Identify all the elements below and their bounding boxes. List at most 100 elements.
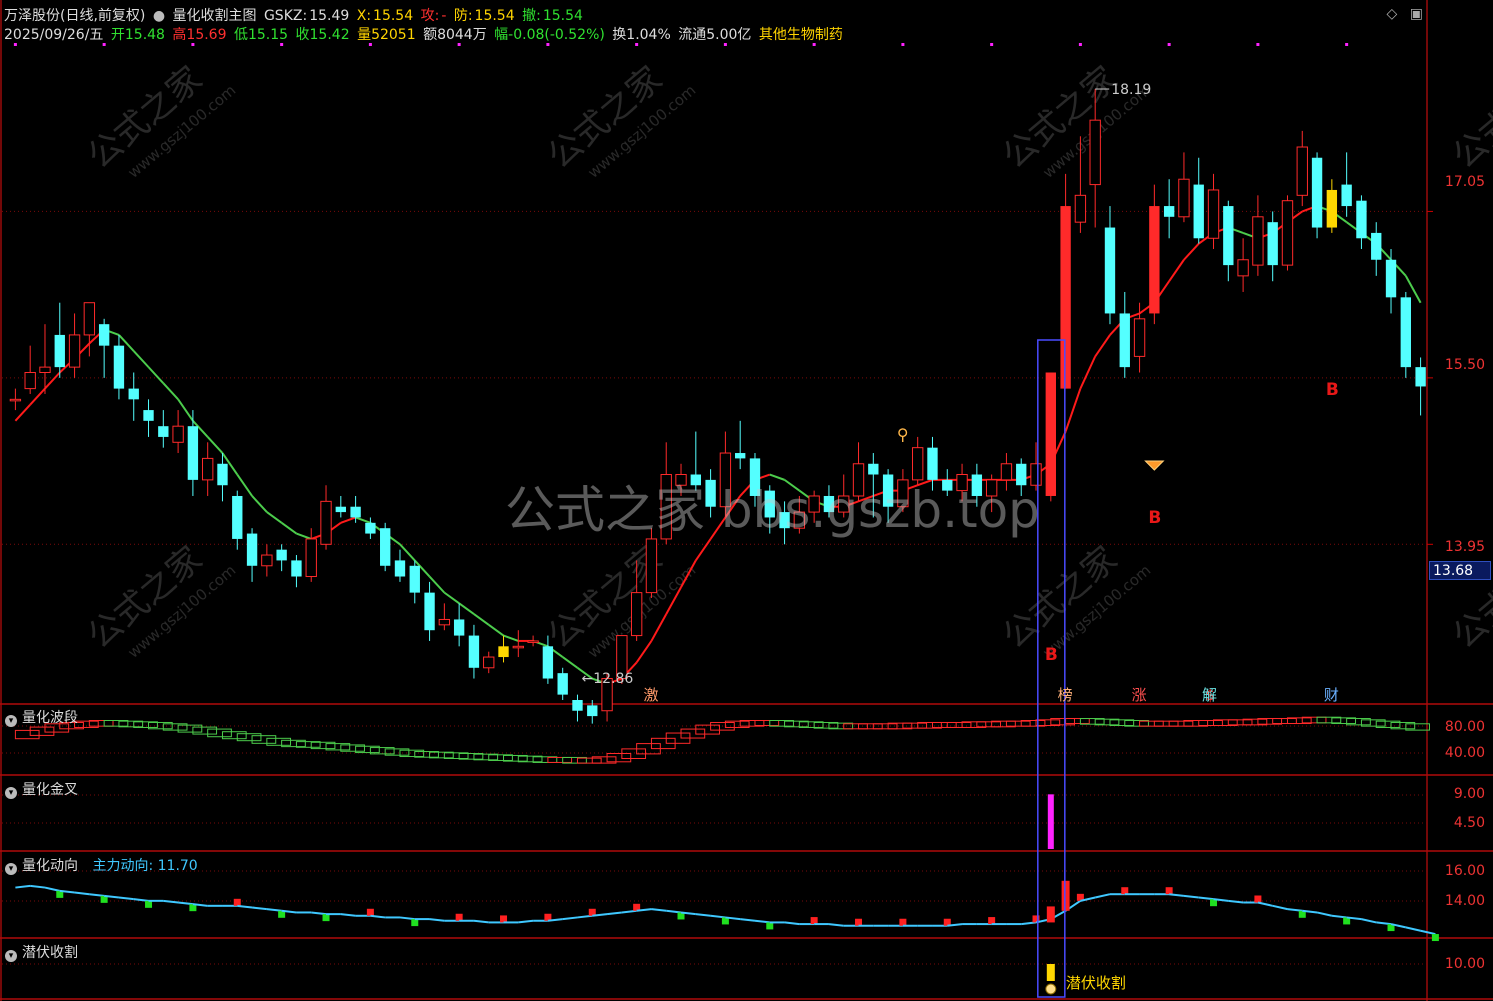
candle-body xyxy=(98,324,110,346)
candle-body xyxy=(1149,206,1160,314)
cross-layer xyxy=(1047,794,1054,849)
watermark-text: 公式之家 bbs.gszb.top xyxy=(505,481,1040,539)
candle-body xyxy=(305,538,317,578)
pane-knob-icon[interactable]: ▾ xyxy=(5,950,17,962)
candle-body xyxy=(424,592,435,631)
candle-body xyxy=(291,560,302,577)
motion-line-segment xyxy=(606,911,622,916)
wave-step xyxy=(946,721,972,728)
ma-line-segment xyxy=(473,613,490,626)
motion-block xyxy=(988,917,996,925)
top-dot-marker xyxy=(1345,43,1349,46)
candle-body xyxy=(630,592,643,637)
candle-body xyxy=(557,673,568,695)
motion-axis-label-1: 16.00 xyxy=(1444,863,1485,879)
motion-line-segment xyxy=(251,906,267,911)
motion-block xyxy=(1121,887,1129,895)
motion-line-segment xyxy=(754,919,770,924)
indicator-name[interactable]: 量化收割主图 xyxy=(173,8,257,24)
low-value: 15.15 xyxy=(247,27,289,43)
window-restore-icon[interactable]: ▣ xyxy=(1410,6,1423,22)
harvest-axis-label-1: 10.00 xyxy=(1444,956,1485,972)
motion-pane-title[interactable]: ▾ 量化动向 主力动向: 11.70 xyxy=(5,855,198,875)
motion-line-segment xyxy=(177,901,194,906)
diamond-icon[interactable]: ◇ xyxy=(1387,6,1398,22)
ma-line-segment xyxy=(503,634,519,642)
motion-title: 量化动向 xyxy=(22,858,78,874)
motion-line-segment xyxy=(1183,894,1199,899)
harvest-bar xyxy=(1046,964,1055,981)
wave-step xyxy=(1153,720,1179,727)
ma-line-segment xyxy=(1079,355,1097,390)
motion-line-segment xyxy=(1257,901,1273,907)
float-value: 5.00亿 xyxy=(706,27,752,43)
motion-line-segment xyxy=(1021,921,1037,926)
candle-body xyxy=(246,533,258,566)
watermark-stamp-title: 公式之家 xyxy=(1445,539,1493,657)
motion-line-segment xyxy=(695,913,711,917)
sector-name[interactable]: 其他生物制药 xyxy=(759,27,843,43)
stock-name[interactable]: 万泽股份(日线,前复权) xyxy=(4,8,145,24)
main-axis-label-1: 17.05 xyxy=(1444,174,1485,190)
candle-body xyxy=(39,366,51,373)
watermark-stamp-title: 公式之家 xyxy=(1445,59,1493,177)
wave-step xyxy=(931,721,957,728)
motion-block xyxy=(1165,887,1173,895)
motion-line-segment xyxy=(1272,904,1288,911)
candle-body xyxy=(1415,367,1426,387)
indicator-knob-icon[interactable]: ● xyxy=(153,8,165,24)
wave-pane-title[interactable]: ▾ 量化波段 xyxy=(5,707,78,727)
wave-step xyxy=(1198,720,1223,726)
motion-line-segment xyxy=(89,893,105,897)
candle-body xyxy=(261,554,273,567)
high-price-label: 18.19 xyxy=(1111,82,1151,98)
motion-line-segment xyxy=(784,921,800,926)
wave-step xyxy=(872,723,898,730)
wave-step xyxy=(1272,718,1297,725)
wave-layer xyxy=(14,716,1430,764)
bottom-signal-mark: 涨 xyxy=(1132,686,1147,704)
candle-body xyxy=(128,388,139,400)
motion-layer xyxy=(15,880,1439,942)
pane-knob-icon[interactable]: ▾ xyxy=(5,715,17,727)
bottom-signal-mark: 财 xyxy=(1324,686,1339,704)
candle-body xyxy=(24,372,36,390)
motion-line-segment xyxy=(429,918,445,922)
motion-line-segment xyxy=(340,913,356,917)
top-dot-marker xyxy=(1078,43,1082,46)
wave-step xyxy=(843,723,868,730)
candle-body xyxy=(438,618,451,626)
wave-step xyxy=(14,729,40,740)
ma-line-segment xyxy=(14,404,31,422)
candle-body xyxy=(1400,297,1411,368)
motion-line-segment xyxy=(828,923,844,927)
wave-step xyxy=(547,756,573,763)
harvest-pane-title[interactable]: ▾ 潜伏收割 xyxy=(5,942,78,962)
candle-body xyxy=(1089,119,1101,186)
cross-pane-title[interactable]: ▾ 量化金叉 xyxy=(5,779,78,799)
defense-label: 防: xyxy=(453,8,473,24)
ma-line-segment xyxy=(399,543,416,562)
motion-line-segment xyxy=(266,908,282,912)
candle-body xyxy=(158,426,169,437)
motion-line-segment xyxy=(666,909,682,914)
wave-axis-label-1: 80.00 xyxy=(1444,719,1485,735)
watermark-layer: 公式之家www.gszj100.com 公式之家www.gszj100.com 公式… xyxy=(80,59,1493,662)
motion-line-segment xyxy=(74,891,90,896)
candle-body xyxy=(1341,184,1352,207)
ma-line-segment xyxy=(458,602,475,615)
main-axis-label-2: 15.50 xyxy=(1444,357,1485,373)
ma-line-segment xyxy=(206,436,224,454)
motion-line-segment xyxy=(651,908,667,912)
candle-body xyxy=(380,528,391,566)
ma-line-segment xyxy=(1094,334,1111,357)
ma-line-segment xyxy=(296,532,312,540)
motion-line-segment xyxy=(473,919,489,924)
attack-value: - xyxy=(441,8,447,24)
candle-body xyxy=(1178,178,1190,218)
current-price-tag: 13.68 xyxy=(1429,561,1491,580)
pane-knob-icon[interactable]: ▾ xyxy=(5,863,17,875)
pane-knob-icon[interactable]: ▾ xyxy=(5,787,17,799)
candle-body xyxy=(527,640,539,643)
turnover-label: 换 xyxy=(612,27,627,43)
